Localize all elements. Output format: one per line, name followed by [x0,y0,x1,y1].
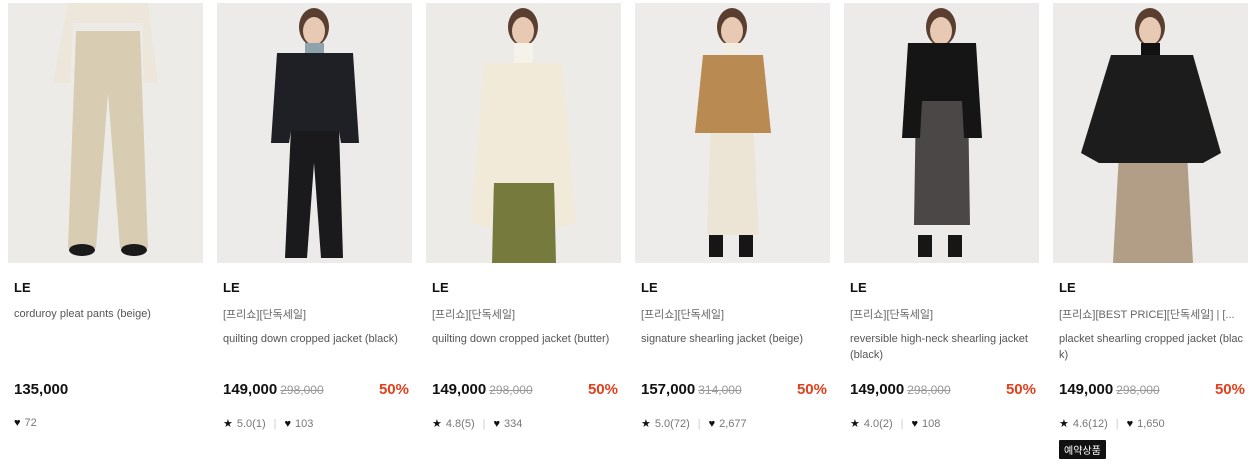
original-price: 298,000 [280,383,324,397]
product-meta: ★ 5.0(72) | ♥ 2,677 [641,417,747,431]
rating: ★ 4.0(2) | [850,417,911,430]
promo-tag: [프리쇼][BEST PRICE][단독세일] | [... [1059,309,1235,321]
model-figure [217,3,412,263]
original-price: 298,000 [1116,383,1160,397]
rating-value: 4.8(5) [445,418,475,430]
sale-price: 149,000 [432,381,487,398]
sale-price: 149,000 [223,381,278,398]
product-meta: ♥ 72 [14,417,37,429]
product-name[interactable]: quilting down cropped jacket (butter) [432,331,618,347]
rating-value: 5.0(1) [236,418,266,430]
sale-price: 157,000 [641,381,696,398]
star-icon: ★ [850,418,860,430]
product-name[interactable]: quilting down cropped jacket (black) [223,331,409,347]
discount-rate: 50% [1214,381,1245,398]
price-row: 149,000 298,000 50% [223,381,409,398]
preorder-badge: 예약상품 [1059,440,1106,459]
sale-price: 149,000 [1059,381,1114,398]
promo-tag: [프리쇼][단독세일] [223,309,307,321]
heart-icon[interactable]: ♥ [709,418,716,430]
divider: | [1115,418,1119,430]
product-image[interactable] [426,3,621,263]
product-meta: ★ 5.0(1) | ♥ 103 [223,417,314,431]
like-count: 103 [295,417,314,430]
product-card[interactable]: LE [프리쇼][단독세일] quilting down cropped jac… [426,3,621,468]
brand-name[interactable]: LE [14,280,31,295]
like-count: 72 [24,417,37,429]
price-row: 149,000 298,000 50% [1059,381,1245,398]
star-icon: ★ [432,418,442,430]
product-image[interactable] [8,3,203,263]
sale-price: 135,000 [14,381,69,398]
like-count: 108 [922,417,941,430]
rating: ★ 5.0(1) | [223,417,284,430]
original-price: 298,000 [489,383,533,397]
divider: | [482,418,486,430]
rating: ★ 5.0(72) | [641,417,709,430]
product-name[interactable]: placket shearling cropped jacket (black) [1059,331,1245,363]
star-icon: ★ [641,418,651,430]
product-image[interactable] [844,3,1039,263]
heart-icon[interactable]: ♥ [284,418,291,430]
heart-icon[interactable]: ♥ [493,418,500,430]
brand-name[interactable]: LE [850,280,867,295]
product-meta: ★ 4.6(12) | ♥ 1,650 [1059,417,1165,431]
price-row: 157,000 314,000 50% [641,381,827,398]
like-count: 2,677 [719,417,747,430]
price-row: 149,000 298,000 50% [432,381,618,398]
model-figure [1053,3,1248,263]
product-card[interactable]: LE corduroy pleat pants (beige) 135,000 … [8,3,203,468]
star-icon: ★ [223,418,233,430]
heart-icon[interactable]: ♥ [911,418,918,430]
sale-price: 149,000 [850,381,905,398]
product-image[interactable] [1053,3,1248,263]
product-card[interactable]: LE [프리쇼][단독세일] quilting down cropped jac… [217,3,412,468]
product-card[interactable]: LE [프리쇼][단독세일] signature shearling jacke… [635,3,830,468]
price-row: 149,000 298,000 50% [850,381,1036,398]
like-count: 334 [504,417,523,430]
rating-value: 4.6(12) [1072,418,1108,430]
brand-name[interactable]: LE [641,280,658,295]
brand-name[interactable]: LE [223,280,240,295]
model-figure [635,3,830,263]
divider: | [273,418,277,430]
brand-name[interactable]: LE [432,280,449,295]
model-figure [844,3,1039,263]
promo-tag: [프리쇼][단독세일] [432,309,516,321]
product-image[interactable] [217,3,412,263]
divider: | [900,418,904,430]
discount-rate: 50% [587,381,618,398]
heart-icon[interactable]: ♥ [14,417,21,429]
discount-rate: 50% [378,381,409,398]
brand-name[interactable]: LE [1059,280,1076,295]
discount-rate: 50% [1005,381,1036,398]
divider: | [697,418,701,430]
product-grid: LE corduroy pleat pants (beige) 135,000 … [8,3,1248,468]
model-figure [8,3,203,263]
star-icon: ★ [1059,418,1069,430]
rating: ★ 4.6(12) | [1059,417,1127,430]
rating-value: 5.0(72) [654,418,690,430]
product-card[interactable]: LE [프리쇼][BEST PRICE][단독세일] | [... placke… [1053,3,1248,468]
original-price: 314,000 [698,383,742,397]
product-name[interactable]: corduroy pleat pants (beige) [14,306,200,322]
product-image[interactable] [635,3,830,263]
promo-tag: [프리쇼][단독세일] [850,309,934,321]
product-name[interactable]: reversible high-neck shearling jacket (b… [850,331,1036,363]
rating-value: 4.0(2) [863,418,893,430]
product-meta: ★ 4.0(2) | ♥ 108 [850,417,941,431]
price-row: 135,000 [14,381,200,398]
original-price: 298,000 [907,383,951,397]
discount-rate: 50% [796,381,827,398]
product-card[interactable]: LE [프리쇼][단독세일] reversible high-neck shea… [844,3,1039,468]
model-figure [426,3,621,263]
rating: ★ 4.8(5) | [432,417,493,430]
like-count: 1,650 [1137,417,1165,430]
promo-tag: [프리쇼][단독세일] [641,309,725,321]
heart-icon[interactable]: ♥ [1127,418,1134,430]
product-name[interactable]: signature shearling jacket (beige) [641,331,827,347]
product-meta: ★ 4.8(5) | ♥ 334 [432,417,523,431]
